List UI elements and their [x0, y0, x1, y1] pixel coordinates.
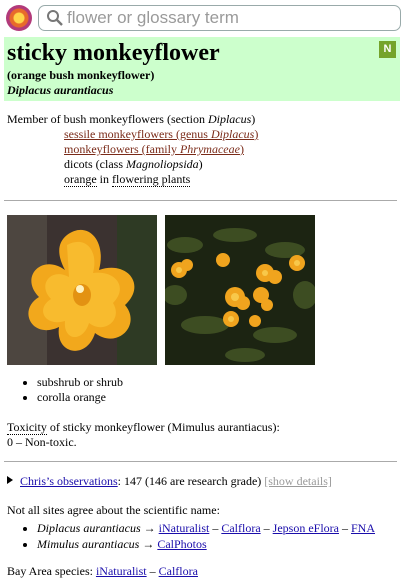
site-logo-icon[interactable] — [6, 5, 32, 31]
color-line: orange in flowering plants — [64, 172, 191, 187]
name-disagreement-note: Not all sites agree about the scientific… — [7, 503, 220, 517]
observations-line: Chris’s observations: 147 (146 are resea… — [7, 474, 397, 489]
genus-link[interactable]: sessile monkeyflowers (genus Diplacus) — [64, 127, 258, 141]
divider — [4, 461, 397, 462]
calflora-link[interactable]: Calflora — [221, 521, 260, 535]
list-item: Diplacus aurantiacus → iNaturalist – Cal… — [37, 520, 397, 536]
top-bar — [4, 4, 401, 32]
trait-item: subshrub or shrub — [37, 375, 387, 390]
divider — [4, 200, 397, 201]
shrub-photo[interactable] — [165, 215, 315, 365]
flower-closeup-photo[interactable] — [7, 215, 157, 365]
genus-line: sessile monkeyflowers (genus Diplacus) — [7, 127, 397, 142]
search-box[interactable] — [38, 5, 401, 31]
common-name: sticky monkeyflower — [7, 40, 220, 66]
search-icon — [47, 10, 63, 26]
inaturalist-link[interactable]: iNaturalist — [159, 521, 210, 535]
expand-triangle-icon[interactable] — [7, 476, 13, 484]
color-link[interactable]: orange — [64, 172, 97, 187]
calphotos-link[interactable]: CalPhotos — [157, 537, 206, 551]
trait-item: corolla orange — [37, 390, 387, 405]
bay-inaturalist-link[interactable]: iNaturalist — [96, 564, 147, 578]
jepson-eflora-link[interactable]: Jepson eFlora — [273, 521, 339, 535]
family-line: monkeyflowers (family Phrymaceae) — [7, 142, 397, 157]
search-input[interactable] — [67, 8, 387, 28]
member-line: Member of bush monkeyflowers (section Di… — [7, 112, 256, 126]
alternate-name: (orange bush monkeyflower) — [7, 68, 155, 82]
shrub-image — [165, 215, 315, 365]
scientific-name: Diplacus aurantiacus — [7, 83, 114, 97]
flowering-plants-link[interactable]: flowering plants — [112, 172, 191, 187]
flower-closeup-image — [7, 215, 157, 365]
taxonomy-block: Member of bush monkeyflowers (section Di… — [7, 112, 397, 187]
toxicity-value: 0 – Non-toxic. — [7, 435, 77, 449]
scientific-names-list: Diplacus aurantiacus → iNaturalist – Cal… — [7, 520, 397, 552]
family-link[interactable]: monkeyflowers (family Phrymaceae) — [64, 142, 244, 156]
fna-link[interactable]: FNA — [351, 521, 375, 535]
species-header: sticky monkeyflower (orange bush monkeyf… — [4, 37, 400, 101]
show-details-button[interactable]: [show details] — [264, 474, 332, 488]
toxicity-block: Toxicity of sticky monkeyflower (Mimulus… — [7, 420, 397, 450]
native-badge: N — [379, 41, 396, 58]
bay-calflora-link[interactable]: Calflora — [159, 564, 198, 578]
bay-area-species-line: Bay Area species: iNaturalist – Calflora — [7, 564, 198, 578]
class-line: dicots (class Magnoliopsida) — [64, 157, 203, 171]
list-item: Mimulus aurantiacus → CalPhotos — [37, 536, 397, 552]
traits-list: subshrub or shrub corolla orange — [7, 375, 387, 405]
toxicity-link[interactable]: Toxicity — [7, 420, 47, 435]
observations-link[interactable]: Chris’s observations — [20, 474, 118, 488]
